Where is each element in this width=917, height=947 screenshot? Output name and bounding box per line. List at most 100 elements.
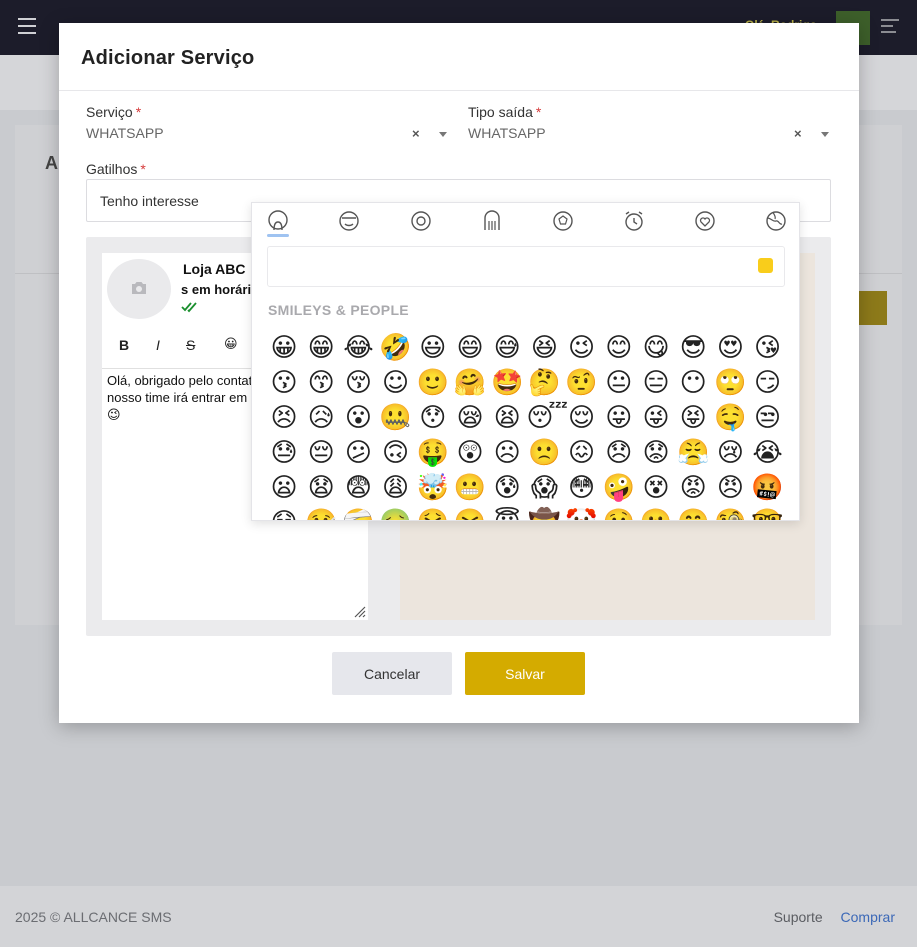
emoji-item[interactable]: 🤐 [378,401,414,436]
emoji-item[interactable]: 😯 [415,401,451,436]
emoji-item[interactable]: 😔 [303,436,339,471]
servico-select[interactable]: WHATSAPP [86,125,164,141]
emoji-item[interactable]: 😉 [564,331,600,366]
emoji-item[interactable]: 😶 [675,366,711,401]
tipo-saida-select[interactable]: WHATSAPP [468,125,546,141]
emoji-item[interactable]: 🙂 [415,366,451,401]
emoji-item[interactable]: 😍 [712,331,748,366]
servico-clear-icon[interactable]: × [412,126,420,141]
emoji-item[interactable]: 😟 [638,436,674,471]
emoji-item[interactable]: 😱 [526,471,562,506]
emoji-item[interactable]: 😵 [638,471,674,506]
emoji-item[interactable]: 🤬 [750,471,786,506]
emoji-item[interactable]: 🤕 [340,506,376,520]
emoji-item[interactable]: 😎 [675,331,711,366]
flags-icon[interactable] [764,209,788,233]
hamburger-menu-icon[interactable] [18,18,36,34]
emoji-item[interactable]: 😗 [266,366,302,401]
emoji-item[interactable]: 😆 [526,331,562,366]
emoji-item[interactable]: 😬 [452,471,488,506]
emoji-item[interactable]: 😦 [266,471,302,506]
emoji-item[interactable]: 😴 [526,401,568,436]
emoji-item[interactable]: 😄 [452,331,488,366]
footer-link-support[interactable]: Suporte [774,909,823,925]
emoji-item[interactable]: 😠 [712,471,748,506]
emoji-search-input[interactable] [267,246,785,287]
emoji-item[interactable]: 🤠 [526,506,562,520]
emoji-item[interactable]: 😪 [452,401,488,436]
tipo-saida-chevron-down-icon[interactable] [821,132,829,137]
emoji-item[interactable]: 😋 [638,331,674,366]
emoji-item[interactable]: 🤔 [526,366,562,401]
emoji-item[interactable]: 😩 [378,471,414,506]
tipo-saida-clear-icon[interactable]: × [794,126,802,141]
emoji-item[interactable]: ☹ [489,436,525,471]
emoji-item[interactable]: 🤓 [750,506,786,520]
emoji-item[interactable]: 🤧 [452,506,488,520]
smileys-people-icon[interactable] [266,209,290,237]
emoji-item[interactable]: 🤣 [378,331,414,366]
symbols-icon[interactable] [693,209,717,233]
emoji-item[interactable]: 😡 [675,471,711,506]
emoji-item[interactable]: 😫 [489,401,525,436]
emoji-item[interactable]: 🧐 [712,506,748,520]
emoji-item[interactable]: 😧 [303,471,339,506]
emoji-button[interactable]: 😀 [224,336,238,352]
servico-chevron-down-icon[interactable] [439,132,447,137]
emoji-item[interactable]: 😒 [750,401,786,436]
emoji-item[interactable]: 😕 [340,436,376,471]
emoji-item[interactable]: 😛 [601,401,637,436]
emoji-item[interactable]: 😅 [489,331,525,366]
emoji-item[interactable]: 😮 [340,401,376,436]
emoji-item[interactable]: 🤯 [415,471,451,506]
emoji-item[interactable]: 😲 [452,436,488,471]
emoji-item[interactable]: 🤢 [378,506,414,520]
emoji-item[interactable]: 😨 [340,471,376,506]
emoji-item[interactable]: 🙁 [526,436,562,471]
emoji-item[interactable]: 😜 [638,401,674,436]
emoji-item[interactable]: 🤥 [601,506,637,520]
emoji-item[interactable]: 😘 [750,331,786,366]
footer-link-buy[interactable]: Comprar [841,909,895,925]
italic-button[interactable]: I [156,337,160,353]
emoji-item[interactable]: 😭 [750,436,786,471]
emoji-item[interactable]: 😌 [564,401,600,436]
emoji-item[interactable]: 🤩 [489,366,525,401]
emoji-item[interactable]: 😝 [675,401,711,436]
emoji-item[interactable]: 😇 [489,506,525,520]
emoji-item[interactable]: 😏 [750,366,786,401]
emoji-item[interactable]: 😙 [303,366,339,401]
emoji-item[interactable]: 😖 [564,436,600,471]
emoji-item[interactable]: 😓 [266,436,302,471]
emoji-item[interactable]: 😚 [340,366,376,401]
emoji-item[interactable]: 😤 [675,436,711,471]
resize-handle-icon[interactable] [352,604,366,618]
food-drink-icon[interactable] [409,209,433,233]
emoji-item[interactable]: 😞 [601,436,637,471]
animals-nature-icon[interactable] [337,209,361,233]
emoji-item[interactable]: 🤮 [415,506,451,520]
emoji-item[interactable]: 😥 [303,401,339,436]
emoji-item[interactable]: 🙄 [712,366,748,401]
emoji-item[interactable]: 🤤 [712,401,748,436]
objects-icon[interactable] [622,209,646,233]
skin-tone-selector[interactable] [758,258,773,273]
emoji-item[interactable]: 🤫 [638,506,674,520]
emoji-item[interactable]: 😃 [415,331,451,366]
bold-button[interactable]: B [119,337,129,353]
emoji-item[interactable]: 🤗 [452,366,488,401]
travel-places-icon[interactable] [551,209,575,233]
emoji-item[interactable]: 😂 [340,331,376,366]
emoji-item[interactable]: 😰 [489,471,525,506]
cancel-button[interactable]: Cancelar [332,652,452,695]
emoji-item[interactable]: ☺ [378,366,414,401]
emoji-item[interactable]: 😑 [638,366,674,401]
emoji-item[interactable]: 😐 [601,366,637,401]
emoji-item[interactable]: 🙃 [378,436,414,471]
right-menu-icon[interactable] [881,19,899,35]
emoji-item[interactable]: 😊 [601,331,637,366]
emoji-item[interactable]: 🤑 [415,436,451,471]
profile-photo-placeholder[interactable] [107,259,171,319]
emoji-item[interactable]: 😁 [303,331,339,366]
emoji-item[interactable]: 🤪 [601,471,637,506]
